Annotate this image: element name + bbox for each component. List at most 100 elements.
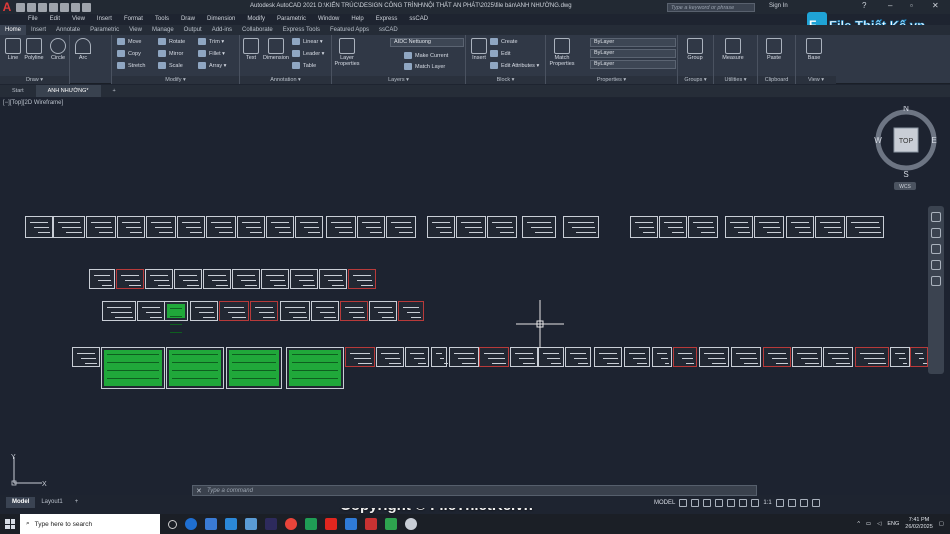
drawing-sheet[interactable] <box>731 347 761 367</box>
menu-insert[interactable]: Insert <box>91 15 118 24</box>
model-space-toggle[interactable]: MODEL <box>654 500 675 506</box>
arc-button[interactable]: Arc <box>72 38 94 61</box>
photoshop-icon[interactable] <box>265 518 277 530</box>
orbit-icon[interactable] <box>931 260 941 270</box>
table-button[interactable]: Table <box>292 62 316 69</box>
chrome-icon[interactable] <box>285 518 297 530</box>
drawing-sheet[interactable] <box>431 347 448 367</box>
open-file-icon[interactable] <box>27 2 36 12</box>
tab-featured-apps[interactable]: Featured Apps <box>325 25 374 35</box>
drawing-tab[interactable]: ANH NHƯỜNG* <box>35 85 101 97</box>
showmotion-icon[interactable] <box>931 276 941 286</box>
drawing-sheet[interactable] <box>538 347 564 367</box>
group-button[interactable]: Group <box>682 38 708 61</box>
isolate-objects-icon[interactable] <box>787 498 796 507</box>
drawing-sheet[interactable] <box>673 347 697 367</box>
close-icon[interactable]: ✕ <box>196 487 202 495</box>
drawing-sheet[interactable] <box>86 216 116 238</box>
drawing-sheet[interactable] <box>479 347 509 367</box>
redo-icon[interactable] <box>82 2 91 12</box>
add-layout-button[interactable]: + <box>69 497 85 508</box>
drawing-sheet[interactable] <box>326 216 356 238</box>
color-dropdown[interactable]: ByLayer <box>590 38 676 47</box>
drawing-sheet[interactable] <box>846 216 884 238</box>
new-file-icon[interactable] <box>16 2 25 12</box>
menu-view[interactable]: View <box>66 15 91 24</box>
osnap-icon[interactable] <box>727 498 736 507</box>
drawing-sheet[interactable] <box>146 216 176 238</box>
trim-button[interactable]: Trim ▾ <box>198 38 224 45</box>
block-panel-title[interactable]: Block ▾ <box>466 76 545 84</box>
make-current-button[interactable]: Make Current <box>404 52 448 59</box>
new-tab-button[interactable]: + <box>101 85 128 97</box>
menu-draw[interactable]: Draw <box>175 15 201 24</box>
drawing-sheet[interactable] <box>754 216 784 238</box>
autocad-logo-icon[interactable]: A <box>0 0 14 14</box>
minimize-button[interactable]: – <box>888 1 892 10</box>
properties-panel-title[interactable]: Properties ▾ <box>546 76 677 84</box>
start-button[interactable] <box>0 514 20 534</box>
sign-in-button[interactable]: Sign In <box>769 3 788 9</box>
command-line[interactable]: ✕ Type a command <box>192 485 757 496</box>
drawing-sheet[interactable] <box>266 216 294 238</box>
match-layer-button[interactable]: Match Layer <box>404 63 445 70</box>
drawing-sheet[interactable] <box>166 347 224 389</box>
leader-button[interactable]: Leader ▾ <box>292 50 324 57</box>
drawing-sheet[interactable] <box>102 301 136 321</box>
close-button[interactable]: ✕ <box>932 1 939 10</box>
drawing-sheet[interactable] <box>348 269 376 289</box>
drawing-sheet[interactable] <box>280 301 310 321</box>
taskbar-search[interactable]: ⌕ Type here to search <box>20 514 160 534</box>
drawing-sheet[interactable] <box>688 216 718 238</box>
drawing-sheet[interactable] <box>190 301 218 321</box>
tab-manage[interactable]: Manage <box>147 25 179 35</box>
ortho-icon[interactable] <box>703 498 712 507</box>
drawing-sheet[interactable] <box>232 269 260 289</box>
drawing-sheet[interactable] <box>815 216 845 238</box>
drawing-sheet[interactable] <box>786 216 814 238</box>
stretch-button[interactable]: Stretch <box>117 62 145 69</box>
drawing-sheet[interactable] <box>53 216 85 238</box>
edge-icon[interactable] <box>185 518 197 530</box>
tray-chevron-icon[interactable]: ^ <box>857 521 860 527</box>
youtube-icon[interactable] <box>325 518 337 530</box>
viewcube[interactable]: TOP N S E W WCS <box>872 106 942 191</box>
base-view-button[interactable]: Base <box>802 38 826 61</box>
menu-modify[interactable]: Modify <box>241 15 271 24</box>
tab-express-tools[interactable]: Express Tools <box>278 25 325 35</box>
drawing-sheet[interactable] <box>563 216 599 238</box>
layers-panel-title[interactable]: Layers ▾ <box>332 76 465 84</box>
command-input[interactable]: Type a command <box>207 488 253 494</box>
layout1-tab[interactable]: Layout1 <box>35 497 68 508</box>
drawing-sheet[interactable] <box>25 216 53 238</box>
create-block-button[interactable]: Create <box>490 38 518 45</box>
drawing-sheet[interactable] <box>290 269 318 289</box>
drawing-sheet[interactable] <box>456 216 486 238</box>
task-view-icon[interactable] <box>168 519 177 529</box>
drawing-sheet[interactable] <box>286 347 344 389</box>
drawing-sheet[interactable] <box>72 347 100 367</box>
drawing-sheet[interactable] <box>427 216 455 238</box>
drawing-sheet[interactable] <box>405 347 429 367</box>
copy-button[interactable]: Copy <box>117 50 141 57</box>
edit-block-button[interactable]: Edit <box>490 50 510 57</box>
menu-sscad[interactable]: ssCAD <box>403 15 434 24</box>
tab-collaborate[interactable]: Collaborate <box>237 25 278 35</box>
draw-panel-title[interactable]: Draw ▾ <box>0 76 69 84</box>
tab-insert[interactable]: Insert <box>26 25 51 35</box>
tab-sscad[interactable]: ssCAD <box>374 25 403 35</box>
drawing-sheet[interactable] <box>522 216 556 238</box>
circle-button[interactable]: Circle <box>47 38 69 61</box>
tool-icon[interactable] <box>405 518 417 530</box>
tab-parametric[interactable]: Parametric <box>85 25 124 35</box>
annotation-panel-title[interactable]: Annotation ▾ <box>240 76 331 84</box>
drawing-sheet[interactable] <box>261 269 289 289</box>
rotate-button[interactable]: Rotate <box>158 38 185 45</box>
drawing-sheet[interactable] <box>250 301 278 321</box>
drawing-sheet[interactable] <box>219 301 249 321</box>
drawing-sheet[interactable] <box>659 216 687 238</box>
help-icon[interactable]: ? <box>862 1 866 10</box>
maximize-button[interactable]: ▫ <box>910 1 913 10</box>
drawing-sheet[interactable] <box>398 301 424 321</box>
lineweight-icon[interactable] <box>739 498 748 507</box>
